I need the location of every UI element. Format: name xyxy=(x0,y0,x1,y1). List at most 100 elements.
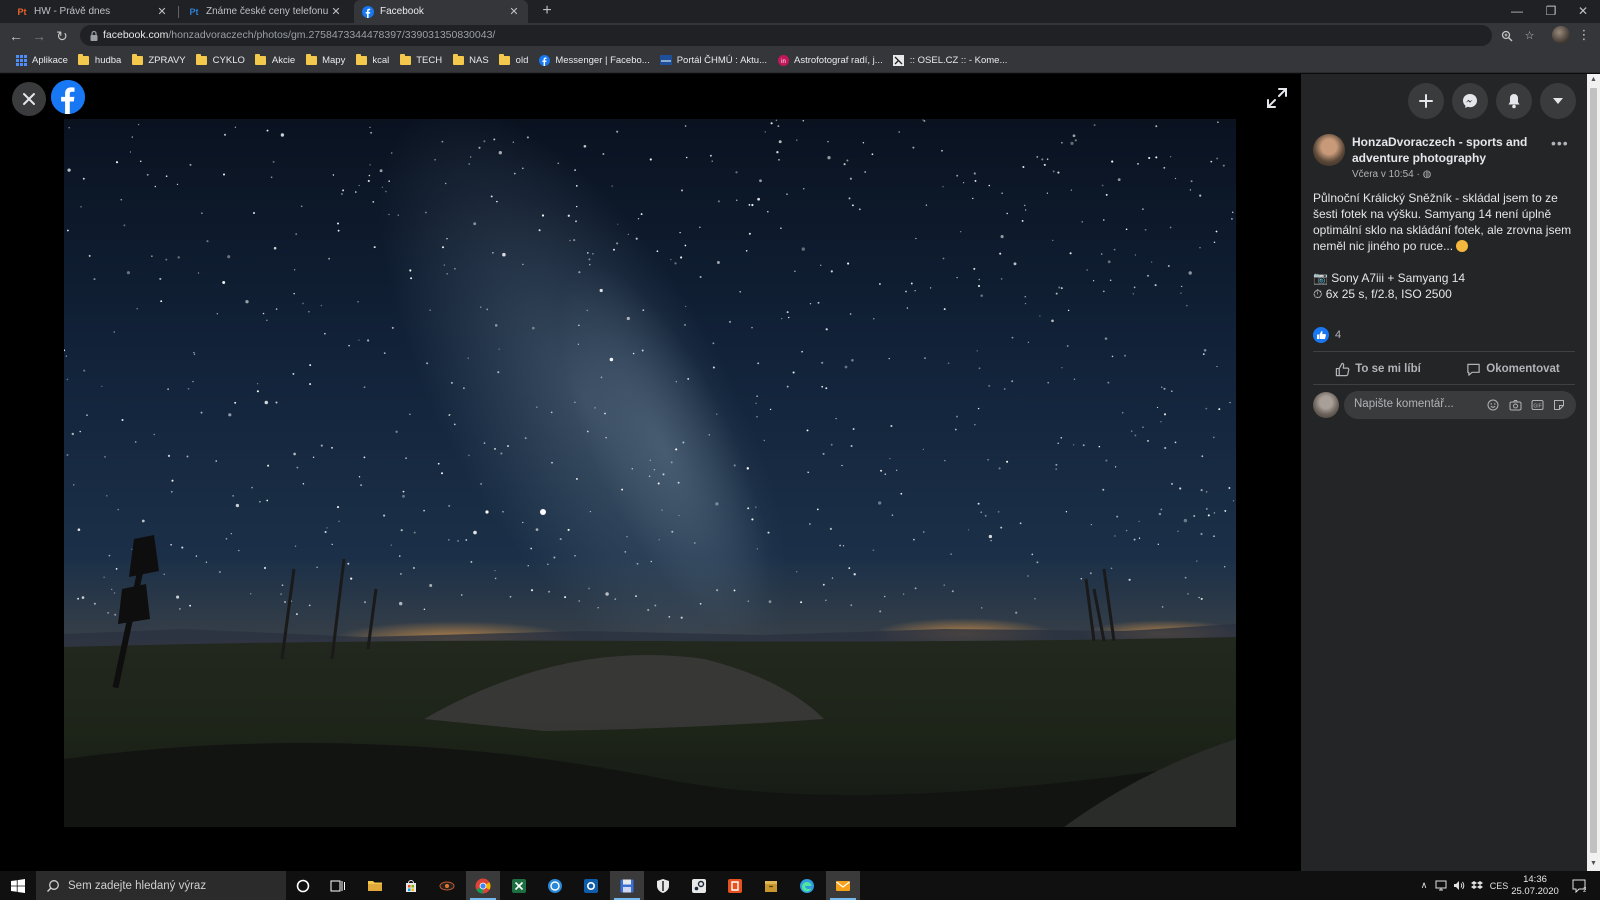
emoji-icon[interactable] xyxy=(1486,398,1500,412)
close-viewer-button[interactable] xyxy=(12,82,46,116)
messenger-button[interactable] xyxy=(1452,83,1488,119)
bookmark-2[interactable]: ZPRAVY xyxy=(126,50,190,70)
dropbox-icon[interactable] xyxy=(1468,871,1486,900)
windows-icon xyxy=(10,878,25,893)
post-timestamp[interactable]: Včera v 10:54 · ◍ xyxy=(1352,169,1431,180)
bookmark-9[interactable]: old xyxy=(494,50,534,70)
bookmark-11[interactable]: Portál ČHMÚ : Aktu... xyxy=(655,50,772,70)
bookmark-13[interactable]: :: OSEL.CZ :: - Kome... xyxy=(888,50,1013,70)
create-button[interactable] xyxy=(1408,83,1444,119)
bookmark-label: Mapy xyxy=(322,54,346,66)
taskbar-app-office[interactable] xyxy=(718,871,752,900)
taskbar-app-bitwarden[interactable] xyxy=(646,871,680,900)
taskbar-app-archive[interactable] xyxy=(754,871,788,900)
pctuning-icon: Pt xyxy=(17,6,27,17)
more-options-button[interactable]: ••• xyxy=(1551,136,1573,152)
taskbar-app-chrome[interactable] xyxy=(466,871,500,900)
media-app-icon xyxy=(439,881,455,890)
close-icon[interactable]: ✕ xyxy=(508,6,520,18)
window-close-icon[interactable]: ✕ xyxy=(1566,0,1600,22)
account-menu-button[interactable] xyxy=(1540,83,1576,119)
folder-icon xyxy=(305,53,317,66)
tab-znamy-ceny[interactable]: Pt Známe české ceny telefonu One ✕ xyxy=(180,0,350,23)
reload-icon[interactable]: ↻ xyxy=(53,27,71,45)
comment-input-box[interactable]: Napište komentář... GIF xyxy=(1344,391,1576,419)
bookmark-10[interactable]: Messenger | Facebo... xyxy=(533,50,654,70)
folder-icon xyxy=(196,53,208,66)
archive-icon xyxy=(765,880,777,892)
browser-tab-bar: Pt HW - Právě dnes ✕ Pt Známe české ceny… xyxy=(0,0,1600,23)
taskbar-app-mail[interactable] xyxy=(826,871,860,900)
smiling-emoji-icon xyxy=(1456,240,1469,252)
zoom-icon[interactable] xyxy=(1499,28,1514,43)
start-button[interactable] xyxy=(0,871,35,900)
close-icon[interactable]: ✕ xyxy=(330,6,342,18)
taskbar-app-excel[interactable] xyxy=(502,871,536,900)
like-reaction-icon xyxy=(1313,327,1329,343)
taskbar-search[interactable]: Sem zadejte hledaný výraz xyxy=(36,871,286,900)
reactions-summary[interactable]: 4 xyxy=(1313,327,1341,343)
close-icon[interactable]: ✕ xyxy=(156,6,168,18)
bookmark-4[interactable]: Akcie xyxy=(250,50,300,70)
scrollbar-thumb[interactable] xyxy=(1590,88,1597,853)
comment-input[interactable]: Napište komentář... xyxy=(1354,398,1454,410)
language-indicator[interactable]: CES xyxy=(1488,871,1510,900)
restore-icon[interactable]: ❐ xyxy=(1534,0,1568,22)
taskbar-app-store[interactable] xyxy=(394,871,428,900)
tray-overflow-icon[interactable]: ∧ xyxy=(1416,871,1432,900)
bookmark-label: TECH xyxy=(416,54,443,66)
profile-avatar[interactable] xyxy=(1552,26,1570,44)
author-name[interactable]: HonzaDvoraczech - sports and adventure p… xyxy=(1352,134,1547,166)
fullscreen-button[interactable] xyxy=(1265,86,1289,110)
tab-hw[interactable]: Pt HW - Právě dnes ✕ xyxy=(8,0,176,23)
volume-icon[interactable] xyxy=(1450,871,1468,900)
sticker-icon[interactable] xyxy=(1552,398,1566,412)
taskbar-app-edge[interactable] xyxy=(790,871,824,900)
bookmark-8[interactable]: NAS xyxy=(447,50,494,70)
taskbar-app-sync[interactable] xyxy=(538,871,572,900)
scroll-down-icon[interactable]: ▼ xyxy=(1590,860,1597,867)
lock-icon xyxy=(88,29,100,41)
facebook-logo[interactable] xyxy=(51,80,85,114)
menu-dots-icon[interactable]: ⋮ xyxy=(1577,26,1591,44)
bookmark-5[interactable]: Mapy xyxy=(300,50,350,70)
folder-icon xyxy=(368,880,382,891)
shield-icon xyxy=(657,878,669,893)
address-bar[interactable]: facebook.com/honzadvoraczech/photos/gm.2… xyxy=(80,25,1534,46)
bookmark-7[interactable]: TECH xyxy=(394,50,447,70)
action-center-button[interactable]: 2 xyxy=(1566,871,1592,900)
camera-icon[interactable] xyxy=(1508,398,1522,412)
network-icon[interactable] xyxy=(1432,871,1450,900)
bookmark-0[interactable]: Aplikace xyxy=(10,50,73,70)
notifications-button[interactable] xyxy=(1496,83,1532,119)
taskbar-app-save[interactable] xyxy=(610,871,644,900)
bookmark-12[interactable]: in Astrofotograf radí, j... xyxy=(772,50,888,70)
comment-button[interactable]: Okomentovat xyxy=(1451,357,1575,381)
bookmark-6[interactable]: kcal xyxy=(350,50,394,70)
taskbar-app-media[interactable] xyxy=(430,871,464,900)
post-photo[interactable] xyxy=(64,119,1236,827)
taskbar-clock[interactable]: 14:36 25.07.2020 xyxy=(1510,874,1560,898)
globe-icon: ◍ xyxy=(1422,169,1432,180)
back-icon[interactable]: ← xyxy=(7,27,25,45)
page-scrollbar[interactable]: ▲ ▼ xyxy=(1587,74,1600,871)
bookmark-1[interactable]: hudba xyxy=(73,50,126,70)
taskbar-app-steam[interactable] xyxy=(682,871,716,900)
new-tab-button[interactable]: + xyxy=(539,3,555,19)
taskbar-app-explorer[interactable] xyxy=(358,871,392,900)
gif-icon[interactable]: GIF xyxy=(1530,398,1544,412)
post-sidebar: HonzaDvoraczech - sports and adventure p… xyxy=(1301,74,1587,871)
author-avatar[interactable] xyxy=(1313,134,1345,166)
minimize-icon[interactable]: — xyxy=(1500,0,1534,22)
forward-icon[interactable]: → xyxy=(30,27,48,45)
task-view-button[interactable] xyxy=(321,871,355,900)
like-button[interactable]: To se mi líbí xyxy=(1313,357,1443,381)
scroll-up-icon[interactable]: ▲ xyxy=(1590,76,1597,83)
star-icon[interactable]: ☆ xyxy=(1522,28,1537,43)
bookmark-label: Messenger | Facebo... xyxy=(555,54,650,66)
cortana-button[interactable] xyxy=(286,871,320,900)
tab-facebook[interactable]: Facebook ✕ xyxy=(354,0,528,23)
stopwatch-emoji-icon: ⏱ xyxy=(1313,287,1323,301)
taskbar-app-outlook[interactable] xyxy=(574,871,608,900)
bookmark-3[interactable]: CYKLO xyxy=(191,50,250,70)
